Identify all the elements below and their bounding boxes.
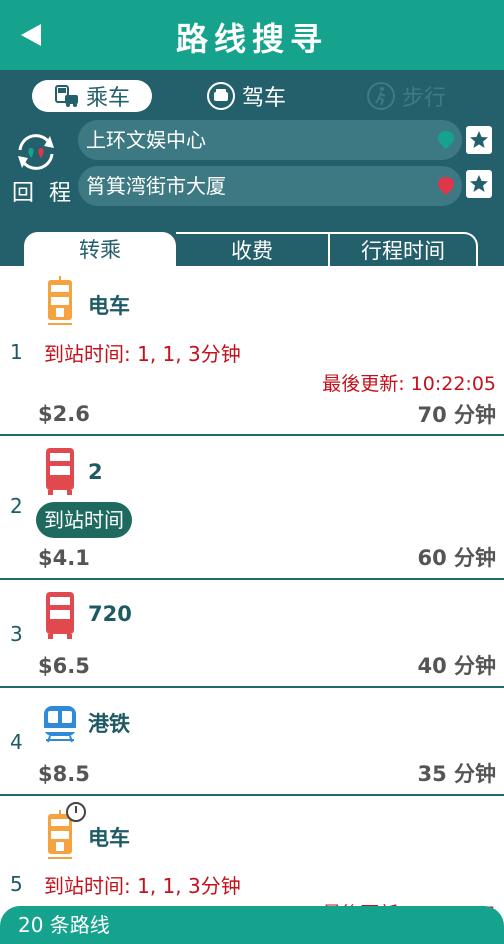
route-name: 港铁 — [88, 712, 130, 736]
mode-walk-tab[interactable]: 步行 — [366, 80, 446, 112]
search-panel: 乘车 驾车 步行 回 程 上环文娱中心 筲箕湾街市大厦 转乘 收费 行程时间 — [0, 70, 504, 266]
top-bar: 路线搜寻 — [0, 0, 504, 70]
route-index: 5 — [10, 872, 23, 896]
route-duration: 70 分钟 — [417, 403, 496, 427]
tab-fare[interactable]: 收费 — [176, 232, 328, 266]
bus-icon — [46, 448, 74, 495]
favorite-destination-button[interactable] — [466, 170, 492, 198]
swap-direction-button[interactable] — [12, 128, 60, 176]
route-price: $6.5 — [38, 654, 90, 678]
origin-pin-icon — [438, 131, 454, 149]
origin-value: 上环文娱中心 — [86, 128, 206, 152]
route-duration: 40 分钟 — [417, 654, 496, 678]
sort-tabs: 转乘 收费 行程时间 — [24, 232, 478, 266]
tab-travel-time[interactable]: 行程时间 — [328, 232, 478, 266]
route-duration: 35 分钟 — [417, 762, 496, 786]
route-index: 2 — [10, 494, 23, 518]
car-icon — [206, 81, 236, 111]
favorite-origin-button[interactable] — [466, 126, 492, 154]
mode-drive-label: 驾车 — [242, 86, 287, 111]
tab-transfer[interactable]: 转乘 — [24, 232, 176, 266]
bus-icon — [46, 592, 74, 639]
arrival-time: 到站时间: 1, 1, 3分钟 — [44, 342, 241, 366]
route-name: 2 — [88, 460, 103, 484]
destination-field[interactable]: 筲箕湾街市大厦 — [78, 166, 462, 206]
origin-field[interactable]: 上环文娱中心 — [78, 120, 462, 160]
route-name: 电车 — [88, 826, 130, 850]
route-index: 3 — [10, 622, 23, 646]
route-item[interactable]: 2 2 到站时间 $4.1 60 分钟 — [0, 436, 504, 580]
route-item[interactable]: 电车 1 到站时间: 1, 1, 3分钟 最後更新: 10:22:05 $2.6… — [0, 266, 504, 436]
route-duration: 60 分钟 — [417, 546, 496, 570]
mode-drive-tab[interactable]: 驾车 — [206, 80, 286, 112]
last-updated: 最後更新: 10:22:05 — [322, 373, 496, 395]
mode-transit-label: 乘车 — [85, 86, 130, 111]
mtr-train-icon — [44, 706, 76, 743]
star-icon — [470, 175, 488, 192]
route-name: 720 — [88, 602, 132, 626]
return-trip-label: 回 程 — [12, 181, 75, 206]
route-count-label: 20 条路线 — [18, 913, 110, 937]
arrival-time-button[interactable]: 到站时间 — [36, 502, 132, 538]
bus-car-icon — [54, 84, 80, 108]
arrival-time: 到站时间: 1, 1, 3分钟 — [44, 874, 241, 898]
route-item[interactable]: 港铁 4 $8.5 35 分钟 — [0, 688, 504, 796]
route-item[interactable]: 720 3 $6.5 40 分钟 — [0, 580, 504, 688]
page-title: 路线搜寻 — [175, 20, 328, 58]
mode-transit-tab[interactable]: 乘车 — [32, 80, 152, 112]
route-index: 4 — [10, 730, 23, 754]
route-price: $8.5 — [38, 762, 90, 786]
clock-icon — [66, 802, 86, 822]
route-price: $4.1 — [38, 546, 90, 570]
route-count-sheet[interactable]: 20 条路线 — [0, 906, 504, 944]
walk-icon — [366, 81, 396, 111]
route-price: $2.6 — [38, 402, 90, 426]
destination-pin-icon — [438, 177, 454, 195]
destination-value: 筲箕湾街市大厦 — [86, 174, 226, 198]
route-list: 电车 1 到站时间: 1, 1, 3分钟 最後更新: 10:22:05 $2.6… — [0, 266, 504, 944]
route-index: 1 — [10, 340, 23, 364]
mode-walk-label: 步行 — [402, 86, 447, 111]
swap-icon — [18, 134, 54, 170]
route-name: 电车 — [88, 294, 130, 318]
tram-icon — [48, 276, 72, 325]
star-icon — [470, 131, 488, 148]
